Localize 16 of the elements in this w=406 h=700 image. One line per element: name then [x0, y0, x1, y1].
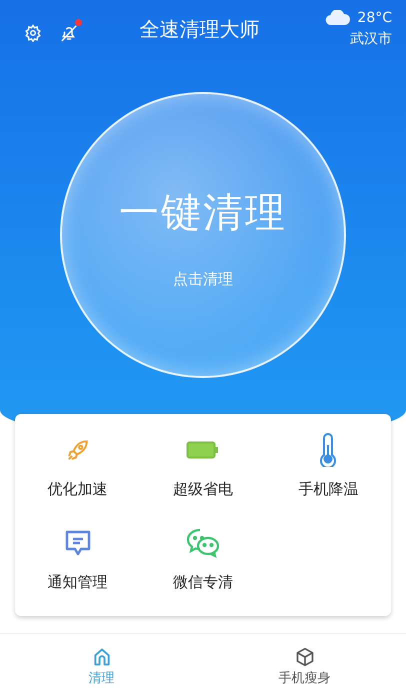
tool-button[interactable]: 微信专清 — [140, 521, 266, 596]
settings-icon — [24, 24, 42, 42]
city-name: 武汉市 — [350, 30, 392, 48]
temperature: 28°C — [357, 10, 392, 26]
tool-button[interactable]: 超级省电 — [140, 428, 266, 503]
bell-off-icon — [60, 24, 78, 42]
chat-icon — [184, 527, 221, 559]
tool-button[interactable]: 手机降温 — [266, 428, 391, 503]
home-icon — [92, 647, 112, 667]
cloud-icon — [325, 10, 352, 26]
app-title: 全速清理大师 — [138, 16, 261, 43]
tool-button[interactable]: 通知管理 — [15, 521, 140, 596]
tool-button[interactable]: 优化加速 — [15, 428, 140, 503]
cube-icon — [294, 647, 314, 667]
battery-icon — [186, 439, 220, 461]
nav-tab[interactable]: 手机瘦身 — [203, 634, 406, 700]
